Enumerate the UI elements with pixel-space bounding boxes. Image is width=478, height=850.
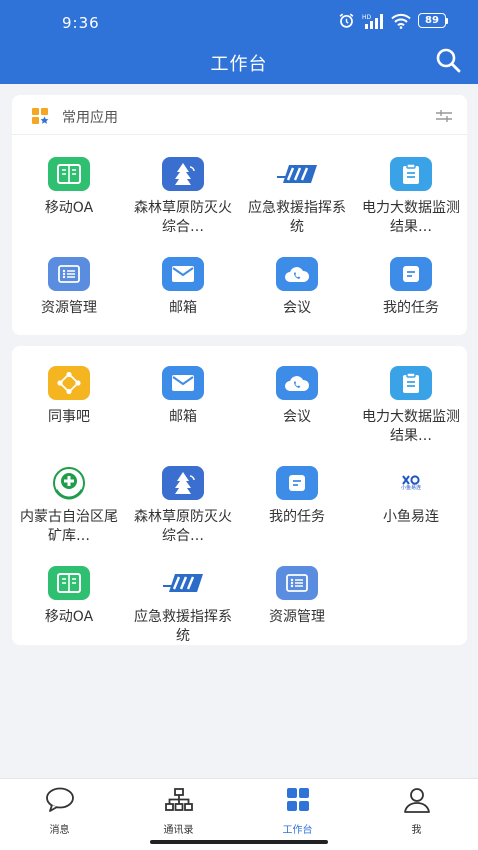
- user-icon: [403, 788, 430, 813]
- battery-level: 89: [418, 13, 446, 28]
- app-mailbox[interactable]: 邮箱: [126, 257, 240, 318]
- wifi-icon: [391, 13, 411, 29]
- mobile-oa-icon: [48, 157, 90, 191]
- app-emergency-command-2[interactable]: 应急救援指挥系统: [126, 566, 240, 646]
- xiaoyu-logo-text: 小鱼易连: [400, 485, 421, 491]
- safety-emblem-icon: [48, 466, 90, 500]
- mobile-oa-icon: [48, 566, 90, 600]
- app-my-tasks[interactable]: 我的任务: [354, 257, 468, 318]
- tab-messages[interactable]: 消息: [0, 787, 119, 836]
- app-forest-fire-2[interactable]: 森林草原防灭火综合…: [126, 466, 240, 546]
- cloud-phone-icon: [276, 366, 318, 400]
- common-apps-header: 常用应用: [12, 95, 467, 135]
- sort-settings-icon[interactable]: [435, 109, 453, 123]
- app-colleague[interactable]: 同事吧: [12, 366, 126, 427]
- tab-workbench[interactable]: 工作台: [238, 787, 357, 836]
- message-icon: [45, 787, 74, 812]
- all-apps-card: 同事吧 邮箱 会议 电力大数据监测结果… 内蒙古自治区尾矿库… 森林草原防灭火综…: [12, 346, 467, 645]
- search-icon[interactable]: [434, 46, 462, 74]
- signal-icon: HD: [362, 13, 383, 29]
- app-xiaoyu[interactable]: 小鱼易连 小鱼易连: [354, 466, 468, 527]
- mail-icon: [162, 366, 204, 400]
- org-chart-icon: [164, 788, 193, 811]
- app-emergency-command[interactable]: 应急救援指挥系统: [240, 157, 354, 237]
- status-icons: HD 89: [338, 12, 448, 29]
- app-tailings[interactable]: 内蒙古自治区尾矿库…: [12, 466, 126, 546]
- app-my-tasks-2[interactable]: 我的任务: [240, 466, 354, 527]
- clipboard-icon: [390, 366, 432, 400]
- grid-icon: [286, 788, 309, 811]
- task-icon: [276, 466, 318, 500]
- app-resource-management-2[interactable]: 资源管理: [240, 566, 354, 627]
- app-mobile-oa-2[interactable]: 移动OA: [12, 566, 126, 627]
- forest-fire-icon: [162, 157, 204, 191]
- common-apps-card: 常用应用 移动OA 森林草原防灭火综合… 应急救援指挥系统 电力大数据监测结果……: [12, 95, 467, 335]
- common-apps-title: 常用应用: [62, 110, 118, 126]
- cloud-phone-icon: [276, 257, 318, 291]
- app-power-bigdata-2[interactable]: 电力大数据监测结果…: [354, 366, 468, 446]
- clipboard-icon: [390, 157, 432, 191]
- colleague-network-icon: [48, 366, 90, 400]
- app-forest-fire[interactable]: 森林草原防灭火综合…: [126, 157, 240, 237]
- emergency-command-icon: [274, 157, 320, 191]
- alarm-icon: [339, 13, 354, 28]
- home-indicator[interactable]: [150, 840, 328, 844]
- app-mailbox-2[interactable]: 邮箱: [126, 366, 240, 427]
- app-meeting[interactable]: 会议: [240, 257, 354, 318]
- app-meeting-2[interactable]: 会议: [240, 366, 354, 427]
- tab-me[interactable]: 我: [357, 787, 476, 836]
- status-time: 9:36: [62, 14, 100, 32]
- app-mobile-oa[interactable]: 移动OA: [12, 157, 126, 218]
- top-bar: 9:36 HD 89 工作台: [0, 0, 478, 84]
- task-icon: [390, 257, 432, 291]
- tab-contacts[interactable]: 通讯录: [119, 787, 238, 836]
- xiaoyu-logo-icon: 小鱼易连: [390, 466, 432, 500]
- list-icon: [48, 257, 90, 291]
- forest-fire-icon: [162, 466, 204, 500]
- page-title: 工作台: [210, 54, 268, 75]
- apps-grid-icon: [32, 108, 49, 124]
- mail-icon: [162, 257, 204, 291]
- emergency-command-icon: [160, 566, 206, 600]
- svg-text:HD: HD: [362, 14, 372, 21]
- app-power-bigdata[interactable]: 电力大数据监测结果…: [354, 157, 468, 237]
- list-icon: [276, 566, 318, 600]
- app-resource-management[interactable]: 资源管理: [12, 257, 126, 318]
- battery-icon: 89: [418, 13, 448, 28]
